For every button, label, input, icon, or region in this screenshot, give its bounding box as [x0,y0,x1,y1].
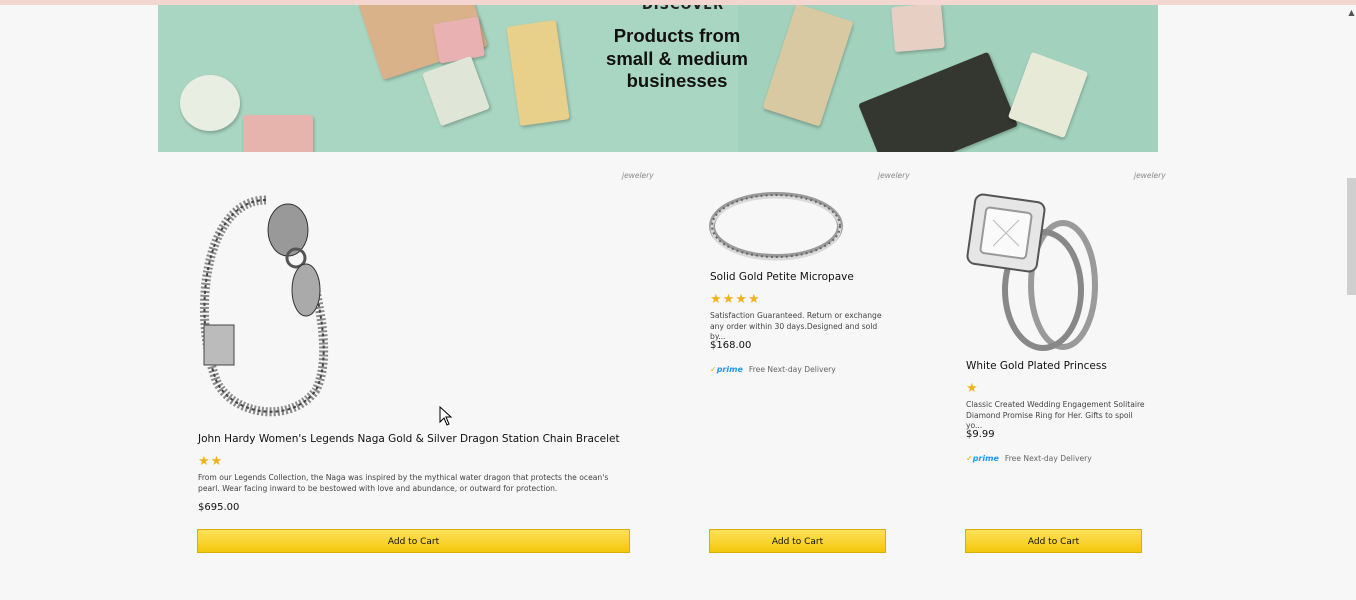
prime-check-icon: ✓ [710,365,717,374]
add-to-cart-button[interactable]: Add to Cart [965,529,1142,553]
product-category-label: jewelery [1134,171,1166,180]
prime-logo-text: prime [972,454,999,463]
product-price: $695.00 [198,502,240,513]
banner-gold-tin [506,20,570,126]
product-price: $9.99 [966,429,995,440]
product-title[interactable]: Solid Gold Petite Micropave [710,271,854,283]
product-price: $168.00 [710,340,752,351]
prime-check-icon: ✓ [966,454,973,463]
prime-logo: ✓prime [710,365,743,374]
banner-kicker: DISCOVER [642,5,725,13]
product-description: Satisfaction Guaranteed. Return or excha… [710,311,882,341]
prime-delivery: ✓prime Free Next-day Delivery [710,365,836,374]
product-image-princess-ring[interactable] [963,190,1103,352]
banner-top-tin [891,5,945,53]
promo-banner[interactable]: DISCOVER Products from small & medium bu… [158,5,1158,152]
scroll-up-arrow-icon[interactable]: ▲ [1347,8,1356,18]
rating-stars: ★★ [198,454,224,469]
banner-green-tin [421,55,491,127]
delivery-text: Free Next-day Delivery [1004,454,1092,463]
prime-delivery: ✓prime Free Next-day Delivery [966,454,1092,463]
rating-stars: ★ [966,381,979,396]
product-image-micropave-ring[interactable] [708,190,844,262]
product-category-label: jewelery [622,171,654,180]
product-title[interactable]: John Hardy Women's Legends Naga Gold & S… [198,433,620,445]
product-title[interactable]: White Gold Plated Princess [966,360,1107,372]
product-category-label: jewelery [878,171,910,180]
rating-stars: ★★★★ [710,292,761,307]
banner-pink-tin [432,16,486,64]
add-to-cart-button[interactable]: Add to Cart [709,529,886,553]
banner-pink-box-left [243,115,313,152]
scrollbar-thumb[interactable] [1347,178,1356,295]
mouse-cursor-icon [439,406,453,426]
banner-headline: Products from small & medium businesses [606,25,748,91]
banner-candy-jar [180,75,240,131]
add-to-cart-button[interactable]: Add to Cart [197,529,630,553]
prime-logo-text: prime [716,365,743,374]
product-image-bracelet[interactable] [196,190,336,425]
delivery-text: Free Next-day Delivery [748,365,836,374]
prime-logo: ✓prime [966,454,999,463]
product-description: Classic Created Wedding Engagement Solit… [966,400,1145,430]
product-description: From our Legends Collection, the Naga wa… [198,473,609,493]
